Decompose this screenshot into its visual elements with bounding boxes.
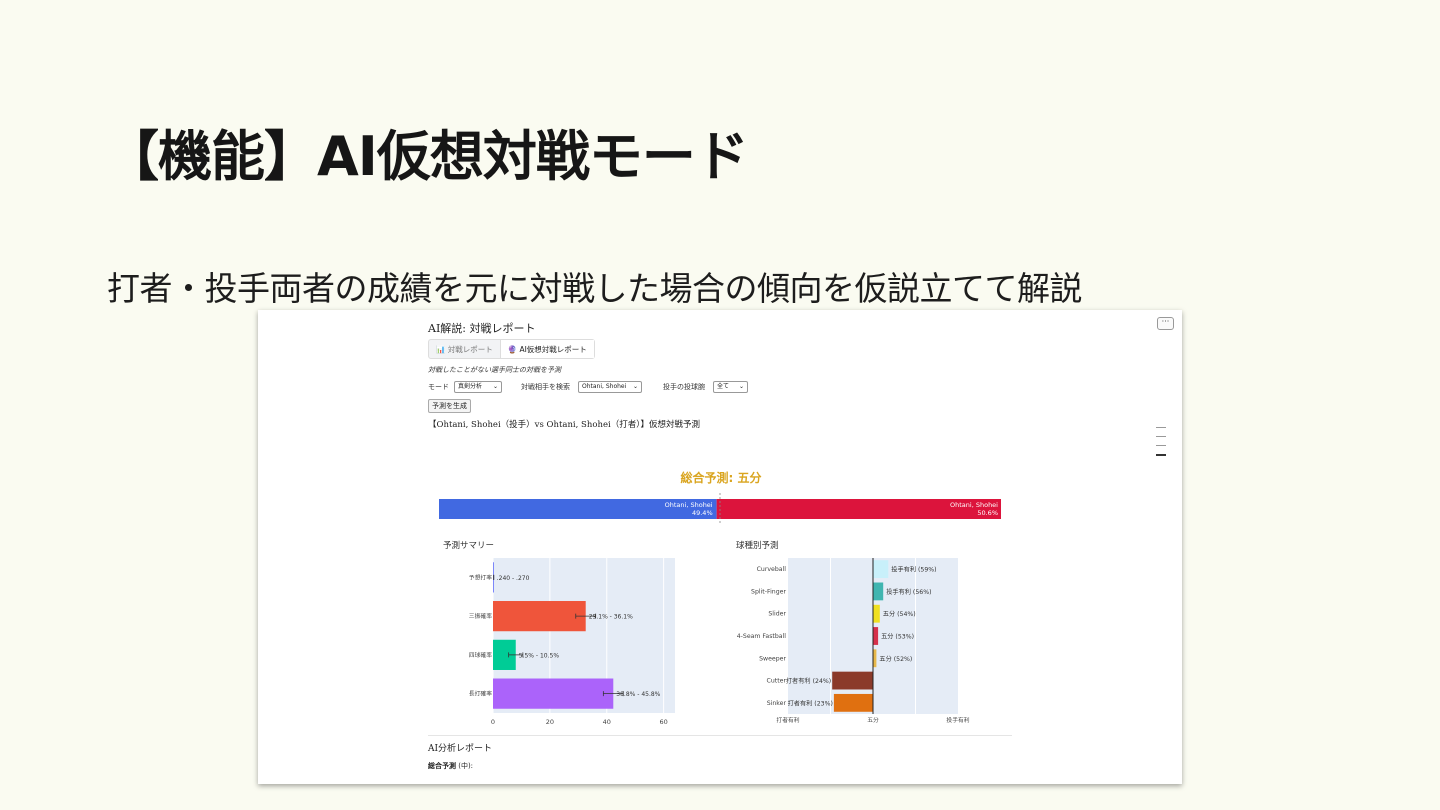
report-first-label: 総合予測 bbox=[428, 762, 456, 770]
pitch-x-tick-label: 投手有利 bbox=[946, 716, 969, 724]
pitch-y-tick-label: Cutter bbox=[767, 678, 787, 685]
pitch-data-label: 投手有利 (59%) bbox=[891, 566, 936, 574]
report-heading: AI分析レポート bbox=[428, 744, 493, 754]
summary-y-tick-label: 予想打率 bbox=[469, 573, 492, 581]
summary-data-label: .240 - .270 bbox=[497, 575, 530, 582]
pitch-data-label: 五分 (53%) bbox=[881, 633, 914, 641]
summary-data-label: 5.5% - 10.5% bbox=[519, 652, 560, 659]
report-first-line: 総合予測 (中): bbox=[428, 761, 473, 771]
summary-x-tick-label: 0 bbox=[491, 718, 495, 726]
slide-title: 【機能】AI仮想対戦モード bbox=[105, 125, 749, 188]
pitch-data-label: 打者有利 (23%) bbox=[788, 699, 833, 707]
summary-y-tick-label: 四球確率 bbox=[469, 651, 492, 659]
pitch-data-label: 打者有利 (24%) bbox=[786, 677, 831, 685]
pitch-x-tick-label: 打者有利 bbox=[776, 716, 799, 724]
overall-prediction-title: 総合予測: 五分 bbox=[681, 470, 762, 485]
pitch-y-tick-label: 4-Seam Fastball bbox=[737, 633, 787, 640]
overall-left-pct: 49.4% bbox=[692, 509, 713, 517]
summary-data-label: 38.8% - 45.8% bbox=[616, 691, 660, 698]
pitch-bar bbox=[833, 693, 873, 712]
pitch-data-label: 五分 (52%) bbox=[879, 655, 912, 663]
pitch-bar bbox=[873, 627, 879, 645]
summary-x-tick-label: 60 bbox=[659, 718, 667, 726]
pitch-x-tick-label: 五分 bbox=[867, 716, 879, 724]
summary-data-label: 29.1% - 36.1% bbox=[589, 614, 633, 621]
charts-area: 総合予測: 五分Ohtani, Shohei49.4%Ohtani, Shohe… bbox=[439, 470, 1001, 726]
pitch-bar bbox=[873, 604, 880, 623]
slide-subtitle: 打者・投手両者の成績を元に対戦した場合の傾向を仮説立てて解説 bbox=[107, 269, 1083, 308]
divider bbox=[428, 735, 1012, 736]
pitch-bar bbox=[873, 582, 884, 601]
pitch-y-tick-label: Sinker bbox=[767, 700, 787, 707]
summary-bar bbox=[493, 601, 586, 632]
summary-y-tick-label: 三振確率 bbox=[469, 612, 492, 620]
summary-x-tick-label: 40 bbox=[603, 718, 611, 726]
pitch-chart-title: 球種別予測 bbox=[736, 540, 779, 551]
pitch-data-label: 五分 (54%) bbox=[883, 610, 916, 618]
pitch-y-tick-label: Curveball bbox=[757, 566, 787, 573]
pitch-y-tick-label: Split-Finger bbox=[751, 588, 786, 595]
pitch-bar bbox=[873, 649, 877, 668]
overall-right-pct: 50.6% bbox=[977, 509, 998, 517]
summary-chart-title: 予測サマリー bbox=[443, 540, 494, 551]
pitch-y-tick-label: Sweeper bbox=[759, 655, 786, 662]
pitch-bar bbox=[873, 560, 889, 579]
pitch-data-label: 投手有利 (56%) bbox=[886, 588, 931, 596]
summary-x-tick-label: 20 bbox=[546, 718, 554, 726]
app-screenshot: AI解説: 対戦レポート ··· 📊 対戦レポート 🔮 AI仮想対戦レポート 対… bbox=[258, 310, 1182, 784]
pitch-y-tick-label: Slider bbox=[768, 611, 786, 618]
summary-bar bbox=[493, 678, 614, 709]
overall-left-name: Ohtani, Shohei bbox=[665, 501, 713, 509]
overall-right-name: Ohtani, Shohei bbox=[950, 501, 998, 509]
pitch-bar bbox=[832, 671, 873, 690]
summary-y-tick-label: 長打確率 bbox=[469, 690, 492, 698]
report-first-value: (中): bbox=[456, 762, 474, 770]
